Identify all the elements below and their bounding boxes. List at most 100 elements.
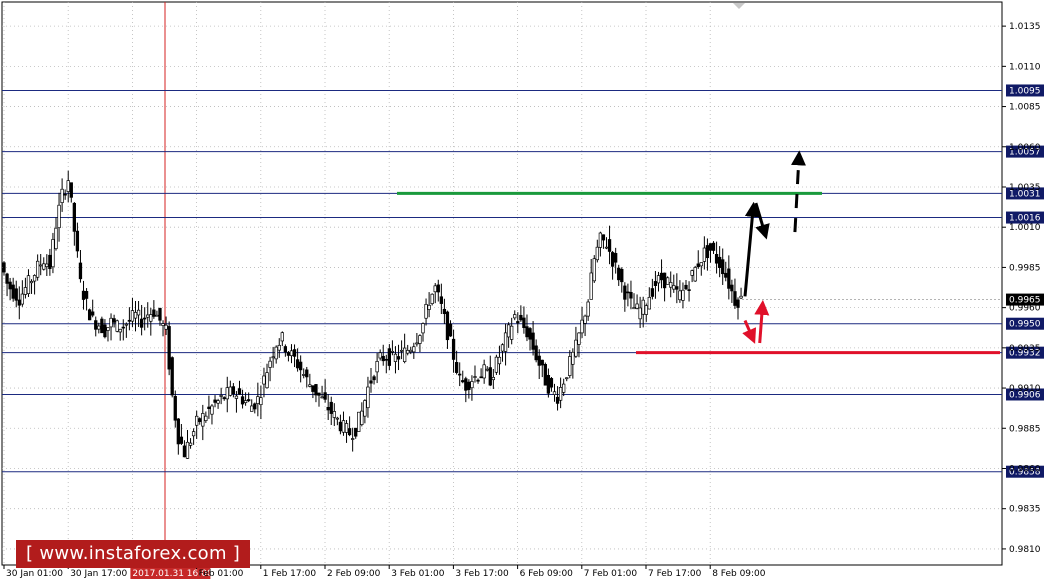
candle-body <box>684 284 688 290</box>
plot-frame <box>1 1 1003 566</box>
candle-body <box>396 356 401 360</box>
candle-body <box>464 378 468 391</box>
y-tick-label: 0.9835 <box>1009 505 1041 515</box>
price-level-label: 1.0016 <box>1009 214 1041 224</box>
candle-body <box>112 318 116 323</box>
levels-layer: 1.00951.00571.00311.00160.99500.99320.99… <box>2 84 1044 478</box>
candle-body <box>338 421 343 432</box>
candle-body <box>730 284 734 292</box>
y-tick-label: 0.9985 <box>1009 263 1041 273</box>
candle-body <box>332 411 336 418</box>
candle-body <box>188 442 193 446</box>
candle-body <box>635 303 639 309</box>
candle-body <box>644 305 648 315</box>
y-tick-label: 0.9810 <box>1009 545 1041 555</box>
candle-body <box>540 359 544 366</box>
candle-body <box>97 325 101 330</box>
candle-body <box>687 289 691 291</box>
candle-body <box>522 317 526 329</box>
candle-body <box>406 350 410 354</box>
candle-body <box>721 259 725 275</box>
y-tick-label: 0.9960 <box>1009 304 1041 314</box>
candle-body <box>479 376 483 379</box>
candle-body <box>467 381 471 390</box>
candle-body <box>592 258 596 282</box>
candle-body <box>690 270 694 276</box>
candle-body <box>75 230 80 252</box>
candle-body <box>580 319 584 334</box>
axis-layer: 1.0135 1.0110 1.0085 1.0060 1.0035 1.0010 0.99… <box>3 22 1041 579</box>
candle-body <box>555 396 560 404</box>
y-tick-label: 1.0035 <box>1009 183 1041 193</box>
candle-body <box>717 256 722 268</box>
candle-body <box>161 323 165 326</box>
candles-layer <box>2 170 743 459</box>
candle-body <box>601 234 606 241</box>
candle-body <box>595 246 599 261</box>
candle-body <box>516 321 520 324</box>
candle-body <box>638 307 642 320</box>
candle-body <box>185 441 190 459</box>
price-level-label: 1.0095 <box>1009 86 1041 96</box>
x-tick-label: 30 Jan 17:00 <box>70 569 127 579</box>
candle-body <box>286 352 291 356</box>
candle-body <box>302 374 306 376</box>
candle-body <box>228 386 232 396</box>
candle-body <box>727 268 731 289</box>
candle-body <box>219 395 223 397</box>
candle-body <box>491 377 495 381</box>
x-tick-label: 6 Feb 09:00 <box>520 569 574 579</box>
candle-body <box>204 415 208 421</box>
candle-body <box>274 346 278 360</box>
candle-body <box>629 291 633 299</box>
candle-body <box>149 314 153 322</box>
candle-body <box>409 349 413 353</box>
x-tick-label: 7 Feb 01:00 <box>584 569 638 579</box>
candle-body <box>48 254 52 269</box>
candle-body <box>179 436 184 444</box>
candle-body <box>696 263 700 268</box>
candle-body <box>66 180 70 192</box>
y-tick-label: 0.9910 <box>1009 384 1041 394</box>
x-tick-label: 2 Feb 09:00 <box>327 569 381 579</box>
candle-body <box>424 303 428 319</box>
candle-body <box>445 311 450 341</box>
candle-body <box>139 318 144 328</box>
candle-body <box>473 376 477 378</box>
candle-body <box>20 293 24 305</box>
candle-body <box>439 296 443 304</box>
candle-body <box>500 344 505 352</box>
drawings-layer <box>397 3 1000 355</box>
candle-body <box>295 359 300 369</box>
candle-body <box>341 420 346 433</box>
candle-body <box>708 243 713 251</box>
candle-body <box>488 367 492 386</box>
candle-body <box>158 307 162 321</box>
candle-body <box>360 410 364 425</box>
candle-body <box>669 282 673 288</box>
candle-body <box>568 356 572 376</box>
candle-body <box>623 285 627 300</box>
candle-body <box>632 307 636 310</box>
candle-body <box>253 403 257 410</box>
candle-body <box>100 318 104 334</box>
candle-body <box>586 301 590 317</box>
candle-body <box>207 406 211 410</box>
candle-body <box>448 323 453 337</box>
candle-body <box>381 355 385 362</box>
candle-body <box>109 317 113 328</box>
candle-body <box>662 272 667 289</box>
x-tick-label: 3 Feb 17:00 <box>455 569 509 579</box>
candle-body <box>124 323 128 326</box>
candle-body <box>237 388 242 395</box>
candle-body <box>659 272 664 281</box>
candle-body <box>351 438 355 440</box>
candle-body <box>503 332 508 352</box>
candle-body <box>84 291 89 299</box>
candle-body <box>314 384 318 396</box>
y-tick-label: 1.0010 <box>1009 223 1041 233</box>
candle-body <box>234 395 239 399</box>
candle-body <box>678 290 682 301</box>
watermark-banner[interactable]: [ www.instaforex.com ] <box>16 540 251 568</box>
y-tick-label: 0.9860 <box>1009 464 1041 474</box>
